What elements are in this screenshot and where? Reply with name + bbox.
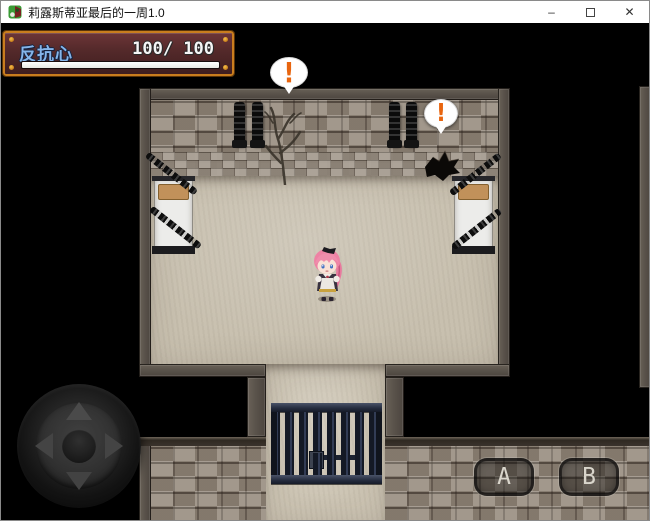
wall-shackle: [234, 102, 245, 146]
close-button[interactable]: ✕: [610, 1, 649, 23]
hud-stat-value: 100/ 100: [132, 39, 214, 59]
gate-bars-lower: [271, 453, 382, 475]
exclamation-icon: !: [436, 99, 446, 128]
gate-bars: [271, 412, 382, 453]
hud-gauge-track: [21, 61, 220, 69]
dpad-left-arrow[interactable]: [35, 433, 53, 459]
wall-frame-bottom-left: [139, 364, 266, 377]
dpad-center-knob[interactable]: [62, 429, 96, 463]
wall-shackle: [406, 102, 417, 146]
game-viewport: ! !: [1, 23, 650, 521]
wall-frame-right: [498, 88, 510, 377]
bed-footboard: [152, 246, 195, 254]
bottom-wall-right-edge: [385, 437, 650, 446]
walkway-frame-right: [385, 377, 404, 437]
wall-hole: [423, 149, 461, 182]
minimize-button[interactable]: –: [532, 1, 571, 23]
title-bar[interactable]: 莉露斯蒂亚最后的一周1.0 – ✕: [1, 1, 649, 23]
maximize-button[interactable]: [571, 1, 610, 23]
iron-gate: [271, 403, 382, 484]
maximize-icon: [586, 8, 595, 17]
walkway-frame-left: [247, 377, 266, 437]
player-character: [309, 246, 346, 303]
wall-frame-bottom-right: [385, 364, 510, 377]
dpad-up-arrow[interactable]: [66, 402, 92, 420]
hud-panel: 反抗心 100/ 100: [3, 31, 234, 76]
dead-tree: [263, 101, 307, 185]
button-b[interactable]: B: [559, 458, 619, 496]
button-a[interactable]: A: [474, 458, 534, 496]
wall-frame-left: [139, 88, 151, 377]
alert-balloon: !: [424, 99, 458, 136]
far-right-wall-frame: [639, 86, 650, 388]
gate-bottom-rail: [271, 475, 382, 484]
alert-balloon: !: [270, 57, 308, 97]
dpad-right-arrow[interactable]: [105, 433, 123, 459]
bottom-wall-left: [151, 446, 266, 521]
hud-gauge-fill: [22, 62, 219, 68]
dpad-down-arrow[interactable]: [66, 472, 92, 490]
wall-shackle: [252, 102, 263, 146]
virtual-dpad[interactable]: [17, 384, 141, 508]
window-title: 莉露斯蒂亚最后的一周1.0: [28, 4, 165, 21]
exclamation-icon: !: [284, 56, 295, 88]
app-icon: [8, 5, 22, 19]
gate-top-rail: [271, 403, 382, 412]
wall-shackle: [389, 102, 400, 146]
bottom-wall-left-edge: [139, 437, 266, 446]
game-window: 莉露斯蒂亚最后的一周1.0 – ✕: [0, 0, 650, 521]
